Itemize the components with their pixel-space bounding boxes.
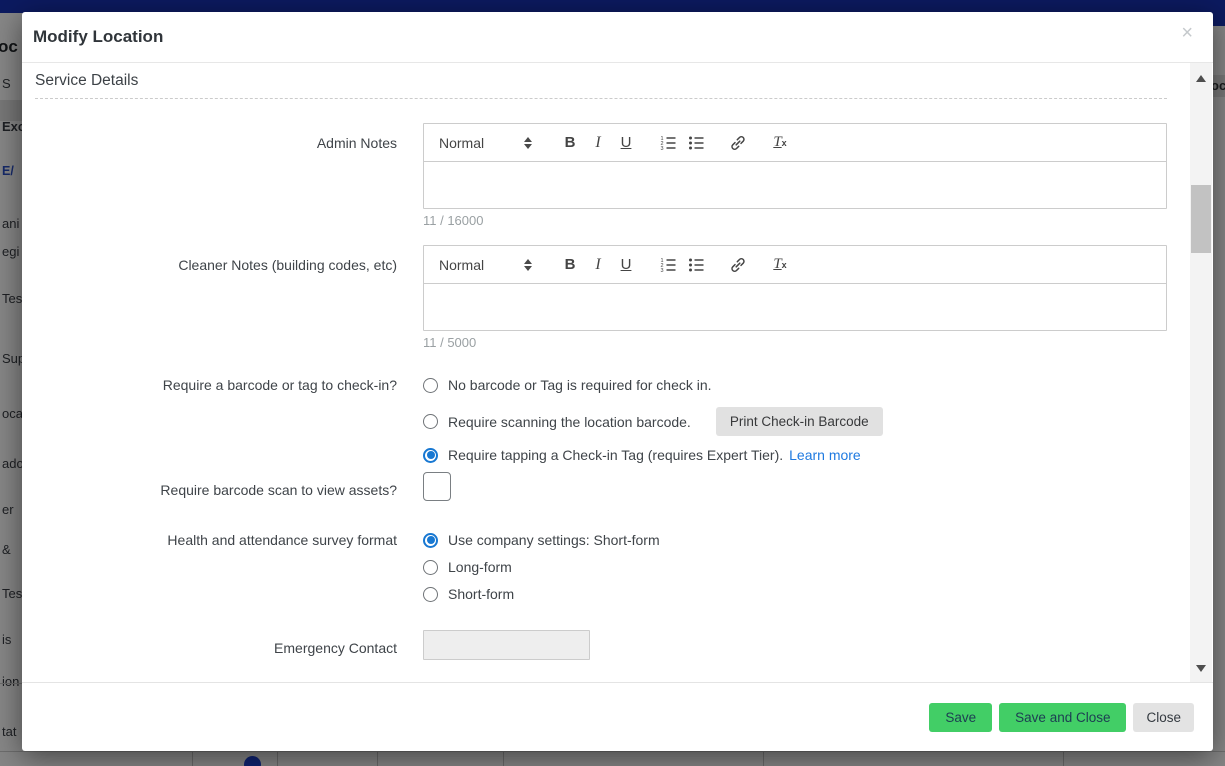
format-dropdown-label: Normal xyxy=(439,135,484,151)
editor-toolbar: Normal B I U 123 xyxy=(424,124,1166,162)
survey-row: Health and attendance survey format Use … xyxy=(35,529,1167,605)
emergency-label: Emergency Contact xyxy=(35,630,397,660)
cleaner-notes-editor: Normal B I U 123 xyxy=(423,245,1167,331)
format-dropdown[interactable]: Normal xyxy=(439,135,532,151)
scroll-up-icon[interactable] xyxy=(1196,75,1206,82)
format-dropdown[interactable]: Normal xyxy=(439,257,532,273)
save-and-close-button[interactable]: Save and Close xyxy=(999,703,1126,732)
radio-icon[interactable] xyxy=(423,587,438,602)
radio-icon[interactable] xyxy=(423,378,438,393)
radio-icon[interactable] xyxy=(423,533,438,548)
print-checkin-barcode-button[interactable]: Print Check-in Barcode xyxy=(716,407,883,436)
clear-formatting-button[interactable]: Tx xyxy=(766,130,794,156)
italic-button[interactable]: I xyxy=(584,130,612,156)
survey-option-short-label[interactable]: Short-form xyxy=(448,586,514,602)
checkin-option-none[interactable]: No barcode or Tag is required for check … xyxy=(423,374,1167,396)
bold-button[interactable]: B xyxy=(556,252,584,278)
editor-toolbar: Normal B I U 123 xyxy=(424,246,1166,284)
cleaner-notes-counter: 11 / 5000 xyxy=(423,335,1167,350)
checkin-option-tag-label[interactable]: Require tapping a Check-in Tag (requires… xyxy=(448,447,783,463)
checkin-option-none-label[interactable]: No barcode or Tag is required for check … xyxy=(448,377,712,393)
bullet-list-button[interactable] xyxy=(682,130,710,156)
modal-body: Service Details Admin Notes Normal B I xyxy=(22,63,1190,682)
learn-more-link[interactable]: Learn more xyxy=(789,447,861,463)
radio-icon[interactable] xyxy=(423,560,438,575)
modal-title: Modify Location xyxy=(22,12,1213,62)
checkin-row: Require a barcode or tag to check-in? No… xyxy=(35,374,1167,466)
modal-scrollbar[interactable] xyxy=(1190,63,1212,682)
survey-option-company[interactable]: Use company settings: Short-form xyxy=(423,529,1167,551)
admin-notes-label: Admin Notes xyxy=(35,123,397,228)
format-stepper-icon xyxy=(524,259,532,271)
survey-option-long-label[interactable]: Long-form xyxy=(448,559,512,575)
save-button[interactable]: Save xyxy=(929,703,992,732)
svg-text:3: 3 xyxy=(660,268,663,274)
admin-notes-row: Admin Notes Normal B I U 123 xyxy=(35,123,1167,228)
ordered-list-button[interactable]: 123 xyxy=(654,252,682,278)
radio-icon[interactable] xyxy=(423,414,438,429)
assets-label: Require barcode scan to view assets? xyxy=(35,472,397,501)
bold-button[interactable]: B xyxy=(556,130,584,156)
emergency-contact-input[interactable] xyxy=(423,630,590,660)
ordered-list-button[interactable]: 123 xyxy=(654,130,682,156)
cleaner-notes-row: Cleaner Notes (building codes, etc) Norm… xyxy=(35,245,1167,350)
checkin-label: Require a barcode or tag to check-in? xyxy=(35,374,397,466)
section-divider xyxy=(35,98,1167,99)
scrollbar-thumb[interactable] xyxy=(1191,185,1211,253)
survey-option-short[interactable]: Short-form xyxy=(423,583,1167,605)
close-icon[interactable]: × xyxy=(1181,23,1193,43)
link-button[interactable] xyxy=(724,252,752,278)
underline-button[interactable]: U xyxy=(612,252,640,278)
clear-formatting-button[interactable]: Tx xyxy=(766,252,794,278)
survey-label: Health and attendance survey format xyxy=(35,529,397,605)
section-title: Service Details xyxy=(35,72,1167,90)
format-dropdown-label: Normal xyxy=(439,257,484,273)
close-button[interactable]: Close xyxy=(1133,703,1194,732)
italic-button[interactable]: I xyxy=(584,252,612,278)
modal-footer: Save Save and Close Close xyxy=(22,682,1213,751)
radio-icon[interactable] xyxy=(423,448,438,463)
assets-row: Require barcode scan to view assets? xyxy=(35,472,1167,501)
modify-location-modal: Modify Location × Service Details Admin … xyxy=(22,12,1213,751)
bullet-list-button[interactable] xyxy=(682,252,710,278)
checkin-option-scan-label[interactable]: Require scanning the location barcode. xyxy=(448,414,691,430)
page: ocSExcE/aniegiTesSupocaadoer&Tesisiontat… xyxy=(0,0,1225,766)
admin-notes-input[interactable] xyxy=(424,162,1166,208)
emergency-row: Emergency Contact xyxy=(35,630,1167,660)
checkin-option-scan[interactable]: Require scanning the location barcode. P… xyxy=(423,407,1167,436)
checkin-option-tag[interactable]: Require tapping a Check-in Tag (requires… xyxy=(423,444,1167,466)
survey-option-company-label[interactable]: Use company settings: Short-form xyxy=(448,532,660,548)
format-stepper-icon xyxy=(524,137,532,149)
scroll-down-icon[interactable] xyxy=(1196,665,1206,672)
modal-header: Modify Location × xyxy=(22,12,1213,63)
link-button[interactable] xyxy=(724,130,752,156)
admin-notes-editor: Normal B I U 123 xyxy=(423,123,1167,209)
admin-notes-counter: 11 / 16000 xyxy=(423,213,1167,228)
cleaner-notes-input[interactable] xyxy=(424,284,1166,330)
svg-text:3: 3 xyxy=(660,146,663,152)
assets-checkbox[interactable] xyxy=(423,472,451,501)
survey-option-long[interactable]: Long-form xyxy=(423,556,1167,578)
cleaner-notes-label: Cleaner Notes (building codes, etc) xyxy=(35,245,397,350)
underline-button[interactable]: U xyxy=(612,130,640,156)
